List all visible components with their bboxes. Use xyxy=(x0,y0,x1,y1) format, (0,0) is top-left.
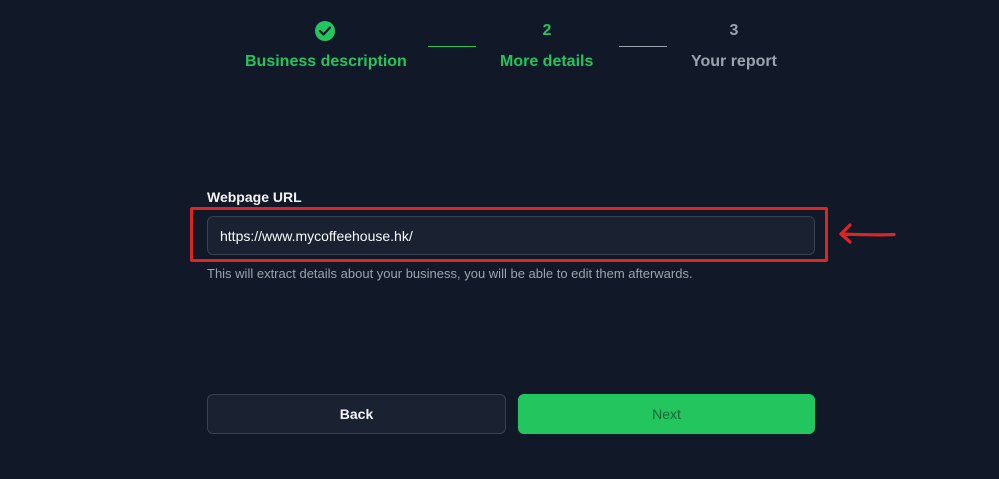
onboarding-page: Business description 2 More details 3 Yo… xyxy=(0,0,999,479)
step-2-label[interactable]: More details xyxy=(500,53,593,71)
step-3-label[interactable]: Your report xyxy=(691,53,777,71)
step-connector-1 xyxy=(428,46,476,47)
url-helper-text: This will extract details about your bus… xyxy=(207,266,693,281)
step-2-marker: 2 xyxy=(542,22,552,39)
back-button[interactable]: Back xyxy=(207,394,506,434)
step-1-label[interactable]: Business description xyxy=(245,53,407,71)
next-button[interactable]: Next xyxy=(518,394,815,434)
url-input[interactable] xyxy=(207,216,815,255)
check-circle-icon xyxy=(315,21,335,41)
left-arrow-icon xyxy=(838,222,896,251)
step-1-marker xyxy=(315,21,335,41)
url-field-label: Webpage URL xyxy=(207,189,302,205)
step-3-marker: 3 xyxy=(729,22,739,39)
step-connector-2 xyxy=(619,46,667,47)
